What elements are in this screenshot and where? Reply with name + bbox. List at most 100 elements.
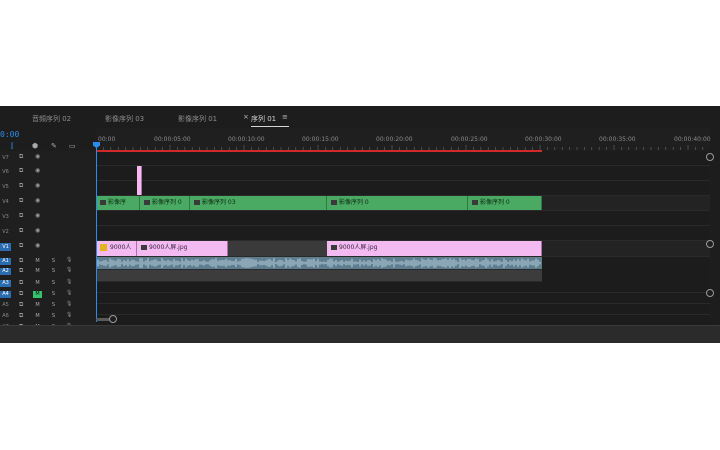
track-name[interactable]: V7 — [0, 154, 11, 162]
time-ruler[interactable]: 00:00 00:00:05:00 00:00:10:00 00:00:15:0… — [96, 128, 711, 150]
clip-v4-4[interactable]: 影像序列 0 — [327, 196, 468, 210]
filmstrip-icon[interactable]: ⧉ — [19, 279, 23, 287]
solo-button[interactable]: S — [49, 302, 58, 309]
lane-v2[interactable] — [96, 226, 710, 241]
gap[interactable] — [228, 241, 327, 256]
clip-badge-icon — [331, 200, 337, 205]
tab-video-seq-03[interactable]: 影像序列 03 — [105, 114, 144, 124]
filmstrip-icon[interactable]: ⧉ — [19, 227, 23, 235]
playhead-line[interactable] — [96, 142, 97, 322]
eye-icon[interactable]: ◉ — [35, 242, 40, 249]
track-name[interactable]: V3 — [0, 213, 11, 221]
solo-button[interactable]: S — [49, 268, 58, 275]
track-name[interactable]: A4 — [0, 291, 11, 298]
track-name[interactable]: V4 — [0, 198, 11, 206]
track-lanes: 影像序 影像序列 0 影像序列 03 影像序列 0 影像序列 0 9000人 9… — [96, 152, 710, 326]
mute-button[interactable]: M — [33, 291, 42, 298]
mute-button[interactable]: M — [33, 302, 42, 309]
tab-video-seq-01[interactable]: 影像序列 01 — [178, 114, 217, 124]
track-header-a4: A4 ⧉ M S 🎙 — [0, 290, 96, 300]
track-name[interactable]: V2 — [0, 228, 11, 236]
tab-audio-seq-02[interactable]: 音頻序列 02 — [32, 114, 71, 124]
filmstrip-icon[interactable]: ⧉ — [19, 167, 23, 175]
clip-badge-icon — [472, 200, 478, 205]
clip-v4-2[interactable]: 影像序列 0 — [140, 196, 190, 210]
clip-v1-1[interactable]: 9000人 — [96, 241, 137, 256]
filmstrip-icon[interactable]: ⧉ — [19, 197, 23, 205]
filmstrip-icon[interactable]: ⧉ — [19, 242, 23, 250]
lane-v6[interactable] — [96, 166, 710, 181]
clip-v6-sliver[interactable] — [137, 166, 142, 195]
clip-v4-5[interactable]: 影像序列 0 — [468, 196, 542, 210]
panel-menu-icon[interactable]: ≡ — [282, 113, 288, 121]
filmstrip-icon[interactable]: ⧉ — [19, 182, 23, 190]
clip-v1-3[interactable]: 9000人屏.jpg — [327, 241, 542, 256]
lane-a3[interactable] — [96, 282, 710, 293]
microphone-icon[interactable]: 🎙 — [66, 279, 72, 285]
filmstrip-icon[interactable]: ⧉ — [19, 267, 23, 275]
clip-v1-2[interactable]: 9000人屏.jpg — [137, 241, 228, 256]
microphone-icon[interactable]: 🎙 — [66, 312, 72, 318]
scroll-zoom-handle[interactable] — [109, 315, 117, 323]
clip-badge-icon — [194, 200, 200, 205]
filmstrip-icon[interactable]: ⧉ — [19, 312, 23, 320]
microphone-icon[interactable]: 🎙 — [66, 257, 72, 263]
filmstrip-icon[interactable]: ⧉ — [19, 257, 23, 265]
clip-v4-1[interactable]: 影像序 — [96, 196, 140, 210]
track-name[interactable]: A6 — [0, 313, 11, 320]
vertical-scroll-handle-bottom[interactable] — [706, 289, 714, 297]
lane-v7[interactable] — [96, 152, 710, 166]
ruler-label: 00:00:10:00 — [228, 136, 265, 143]
wrench-icon[interactable]: ✎ — [51, 142, 57, 150]
mute-button[interactable]: M — [33, 280, 42, 287]
clip-badge-icon — [141, 245, 147, 250]
filmstrip-icon[interactable]: ⧉ — [19, 301, 23, 309]
filmstrip-icon[interactable]: ⧉ — [19, 153, 23, 161]
eye-icon[interactable]: ◉ — [35, 197, 40, 204]
vertical-scroll-handle-top[interactable] — [706, 153, 714, 161]
track-name[interactable]: V1 — [0, 243, 11, 251]
solo-button[interactable]: S — [49, 313, 58, 320]
lane-a5[interactable] — [96, 304, 710, 315]
eye-icon[interactable]: ◉ — [35, 182, 40, 189]
clip-badge-icon — [100, 200, 106, 205]
lane-v3[interactable] — [96, 211, 710, 226]
audio-empty[interactable] — [542, 257, 710, 282]
clip-v4-3[interactable]: 影像序列 03 — [190, 196, 327, 210]
close-icon[interactable]: × — [243, 113, 249, 121]
track-name[interactable]: V5 — [0, 183, 11, 191]
eye-icon[interactable]: ◉ — [35, 227, 40, 234]
audio-clip-a1[interactable] — [96, 257, 542, 269]
track-name[interactable]: V6 — [0, 168, 11, 176]
eye-icon[interactable]: ◉ — [35, 212, 40, 219]
playhead-timecode[interactable]: 0:00 — [0, 130, 19, 139]
eye-icon[interactable]: ◉ — [35, 153, 40, 160]
track-header-v7: V7 ⧉ ◉ — [0, 152, 96, 165]
mute-button[interactable]: M — [33, 268, 42, 275]
eye-icon[interactable]: ◉ — [35, 167, 40, 174]
mute-button[interactable]: M — [33, 313, 42, 320]
filmstrip-icon[interactable]: ⧉ — [19, 290, 23, 298]
track-name[interactable]: A3 — [0, 280, 11, 287]
track-name[interactable]: A1 — [0, 258, 11, 265]
microphone-icon[interactable]: 🎙 — [66, 290, 72, 296]
ruler-label: 00:00:30:00 — [525, 136, 562, 143]
vertical-scroll-handle-mid[interactable] — [706, 240, 714, 248]
marker-icon[interactable]: ⬢ — [32, 142, 38, 150]
tab-sequence-01[interactable]: 序列 01 — [251, 114, 276, 124]
solo-button[interactable]: S — [49, 258, 58, 265]
solo-button[interactable]: S — [49, 280, 58, 287]
solo-button[interactable]: S — [49, 291, 58, 298]
snap-icon[interactable]: ⫿ — [11, 142, 13, 151]
microphone-icon[interactable]: 🎙 — [66, 267, 72, 273]
filmstrip-icon[interactable]: ⧉ — [19, 212, 23, 220]
mute-button[interactable]: M — [33, 258, 42, 265]
lane-a4[interactable] — [96, 293, 710, 304]
microphone-icon[interactable]: 🎙 — [66, 301, 72, 307]
track-name[interactable]: A2 — [0, 268, 11, 275]
captions-icon[interactable]: ▭ — [69, 142, 76, 150]
track-name[interactable]: A5 — [0, 302, 11, 309]
clip-label: 9000人 — [110, 244, 132, 251]
ruler-label: 00:00:25:00 — [451, 136, 488, 143]
lane-v5[interactable] — [96, 181, 710, 196]
